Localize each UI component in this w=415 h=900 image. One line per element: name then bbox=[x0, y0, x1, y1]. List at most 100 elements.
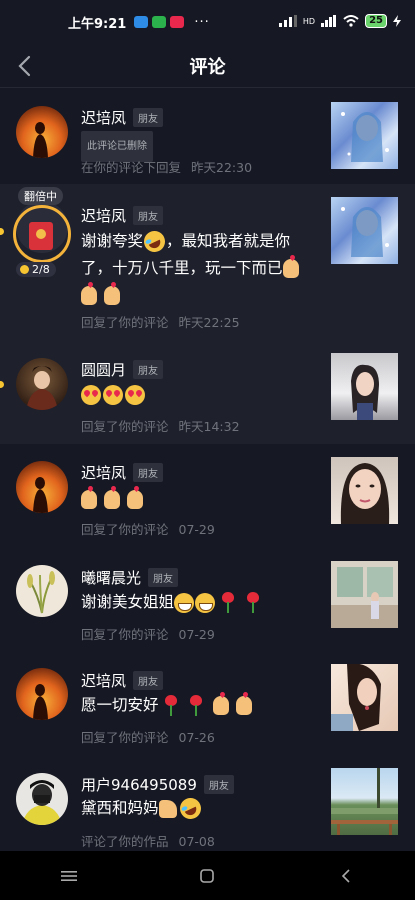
user-name[interactable]: 迟培凤 bbox=[81, 205, 126, 226]
list-item[interactable]: 用户946495089 朋友 黛西和妈妈 评论了你的作品 07-08 bbox=[0, 754, 415, 851]
heart-eyes-emoji-icon bbox=[125, 384, 145, 405]
avatar[interactable] bbox=[16, 668, 68, 720]
video-thumbnail[interactable] bbox=[331, 457, 398, 524]
heart-hand-emoji-icon bbox=[104, 490, 120, 509]
message-notification-icon bbox=[152, 16, 167, 28]
avatar[interactable] bbox=[16, 106, 68, 158]
comment-content bbox=[81, 486, 311, 513]
comment-content: 谢谢美女姐姐 bbox=[81, 589, 311, 616]
list-item[interactable]: 圆圆月 朋友 回复了你的评论 昨天14:32 bbox=[0, 341, 415, 444]
coin-icon bbox=[20, 265, 29, 274]
comment-content: 愿一切安好 bbox=[81, 692, 311, 719]
user-name[interactable]: 迟培凤 bbox=[81, 107, 126, 128]
status-icons: HD 25 bbox=[278, 14, 401, 28]
sparkle-portrait-image bbox=[341, 207, 389, 257]
rofl-emoji-icon bbox=[140, 227, 169, 256]
friend-tag: 朋友 bbox=[133, 360, 164, 379]
user-name[interactable]: 圆圆月 bbox=[81, 359, 126, 380]
heart-hand-emoji-icon bbox=[212, 696, 229, 715]
list-item[interactable]: 迟培凤 朋友 愿一切安好 回复了你的评论 07-26 bbox=[0, 651, 415, 754]
timestamp: 07-08 bbox=[178, 834, 215, 849]
friend-tag: 朋友 bbox=[133, 206, 164, 225]
back-chevron-icon bbox=[341, 868, 350, 883]
action-text: 回复了你的评论 bbox=[81, 315, 169, 330]
avatar[interactable] bbox=[16, 565, 68, 617]
video-thumbnail[interactable] bbox=[331, 664, 398, 731]
heart-hand-emoji-icon bbox=[81, 490, 97, 509]
rose-emoji-icon bbox=[245, 591, 261, 614]
back-arrow-icon[interactable] bbox=[14, 52, 38, 80]
plant-avatar-image bbox=[27, 571, 55, 614]
thumbs-up-emoji-icon bbox=[158, 799, 177, 818]
avatar[interactable] bbox=[16, 461, 68, 513]
room-photo-image bbox=[331, 567, 398, 628]
double-badge: 翻倍中 bbox=[18, 187, 63, 205]
timestamp: 昨天14:32 bbox=[178, 419, 240, 434]
signal-icon bbox=[278, 15, 297, 27]
comment-meta: 回复了你的评论 07-26 bbox=[81, 727, 215, 746]
page-title: 评论 bbox=[189, 56, 226, 78]
action-text: 回复了你的评论 bbox=[81, 522, 169, 537]
user-name[interactable]: 用户946495089 bbox=[81, 774, 197, 795]
name-line: 迟培凤 朋友 bbox=[81, 205, 164, 226]
video-thumbnail[interactable] bbox=[331, 102, 398, 169]
timestamp: 07-29 bbox=[178, 522, 215, 537]
sparkle-portrait-image bbox=[341, 112, 389, 162]
woman-portrait-image bbox=[351, 364, 379, 420]
name-line: 圆圆月 朋友 bbox=[81, 359, 164, 380]
menu-icon bbox=[61, 870, 78, 881]
timestamp: 昨天22:25 bbox=[178, 315, 240, 330]
woman-outdoor-image bbox=[331, 664, 381, 731]
avatar[interactable] bbox=[16, 773, 68, 825]
red-packet-icon[interactable] bbox=[29, 222, 53, 250]
comment-text: 谢谢夸奖 bbox=[81, 232, 144, 250]
action-text: 在你的评论下回复 bbox=[81, 160, 182, 175]
name-line: 用户946495089 朋友 bbox=[81, 774, 234, 795]
user-name[interactable]: 迟培凤 bbox=[81, 462, 126, 483]
rose-emoji-icon bbox=[163, 694, 179, 717]
heart-eyes-emoji-icon bbox=[103, 384, 123, 405]
system-navigation-bar bbox=[0, 851, 415, 900]
comment-content bbox=[81, 381, 311, 408]
more-notifications-icon: ··· bbox=[194, 14, 210, 30]
heart-hand-emoji-icon bbox=[127, 490, 143, 509]
battery-icon: 25 bbox=[365, 14, 387, 28]
rose-emoji-icon bbox=[188, 694, 204, 717]
list-item[interactable]: 迟培凤 朋友 回复了你的评论 07-29 bbox=[0, 444, 415, 547]
timestamp: 07-26 bbox=[178, 730, 215, 745]
friend-tag: 朋友 bbox=[133, 671, 164, 690]
signal-2-icon bbox=[321, 15, 337, 27]
coin-progress: 2/8 bbox=[32, 263, 50, 276]
silhouette-icon bbox=[33, 122, 48, 158]
menu-nav-button[interactable] bbox=[49, 861, 89, 891]
status-time: 上午9:21 bbox=[68, 16, 127, 32]
friend-tag: 朋友 bbox=[133, 463, 164, 482]
silhouette-icon bbox=[33, 684, 48, 720]
action-text: 评论了你的作品 bbox=[81, 834, 169, 849]
user-name[interactable]: 曦曙晨光 bbox=[81, 567, 141, 588]
user-name[interactable]: 迟培凤 bbox=[81, 670, 126, 691]
avatar[interactable] bbox=[16, 358, 68, 410]
home-nav-button[interactable] bbox=[187, 861, 227, 891]
list-item[interactable]: 迟培凤 朋友 谢谢夸奖 ，最知我者就是你了，十万八千里，玩一下而已 回复了你的评论… bbox=[0, 184, 415, 341]
friend-tag: 朋友 bbox=[203, 775, 234, 794]
list-item[interactable]: 迟培凤 朋友 此评论已删除 在你的评论下回复 昨天22:30 bbox=[0, 89, 415, 184]
video-thumbnail[interactable] bbox=[331, 197, 398, 264]
video-thumbnail[interactable] bbox=[331, 353, 398, 420]
back-nav-button[interactable] bbox=[326, 861, 366, 891]
grin-emoji-icon bbox=[195, 592, 216, 613]
heart-hand-emoji-icon bbox=[235, 696, 252, 715]
rofl-emoji-icon bbox=[176, 794, 204, 823]
heart-hand-emoji-icon bbox=[282, 259, 299, 278]
comment-meta: 回复了你的评论 07-29 bbox=[81, 519, 215, 538]
video-thumbnail[interactable] bbox=[331, 561, 398, 628]
heart-hand-emoji-icon bbox=[81, 286, 97, 305]
name-line: 曦曙晨光 朋友 bbox=[81, 567, 179, 588]
comment-text: 黛西和妈妈 bbox=[81, 799, 159, 817]
costume-portrait-image bbox=[26, 366, 58, 410]
header: 评论 bbox=[0, 44, 415, 88]
friend-tag: 朋友 bbox=[148, 568, 179, 587]
network-type: HD bbox=[302, 16, 316, 26]
video-thumbnail[interactable] bbox=[331, 768, 398, 835]
list-item[interactable]: 曦曙晨光 朋友 谢谢美女姐姐 回复了你的评论 07-29 bbox=[0, 547, 415, 651]
